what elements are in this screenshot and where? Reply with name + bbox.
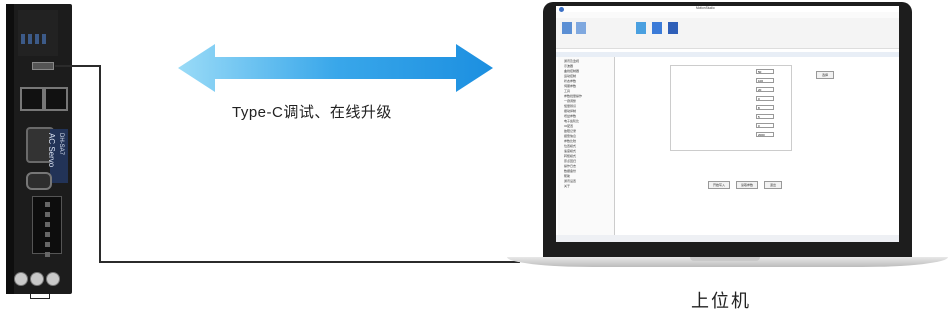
host-pc-label: 上位机 xyxy=(691,291,751,311)
tree-item[interactable]: 帮助 xyxy=(564,174,570,178)
connect-icon[interactable] xyxy=(562,22,572,34)
globe-icon[interactable] xyxy=(652,22,662,34)
select-button[interactable]: 选择 xyxy=(816,71,834,79)
tree-item[interactable]: 原点回归 xyxy=(564,159,576,163)
tool-icon[interactable] xyxy=(636,22,646,34)
tree-item[interactable]: 曲线控制器 xyxy=(564,69,579,73)
laptop-screen: MotionStudio 通讯及监视 示波器 曲线控制器 运动控制 状态参数 伺… xyxy=(556,6,899,242)
app-title: MotionStudio xyxy=(696,6,715,10)
tree-item[interactable]: IO配置 xyxy=(564,124,573,128)
tree-item[interactable]: 工具 xyxy=(564,89,570,93)
param-field[interactable]: 50 xyxy=(756,69,774,74)
param-field[interactable]: 0 xyxy=(756,96,774,101)
tree-item[interactable]: 关于 xyxy=(564,184,570,188)
param-field[interactable]: 100 xyxy=(756,78,774,83)
tree-item[interactable]: 通讯及监视 xyxy=(564,59,579,63)
write-button[interactable]: 开始写入 xyxy=(708,181,730,189)
tree-item[interactable]: 参数比较 xyxy=(564,139,576,143)
tree-item[interactable]: 位置模式 xyxy=(564,144,576,148)
tree-item[interactable]: 运动控制 xyxy=(564,74,576,78)
status-bar xyxy=(556,235,899,242)
tree-item[interactable]: 状态参数 xyxy=(564,79,576,83)
tree-item[interactable]: 一键调整 xyxy=(564,99,576,103)
param-field[interactable]: 5 xyxy=(756,114,774,119)
user-icon[interactable] xyxy=(576,22,586,34)
tree-item[interactable]: 报警信息 xyxy=(564,134,576,138)
tree-item[interactable]: 增益参数 xyxy=(564,114,576,118)
bidirectional-arrow xyxy=(178,44,493,92)
typec-debug-label: Type-C调试、在线升级 xyxy=(232,104,392,121)
tree-item[interactable]: 数据备份 xyxy=(564,169,576,173)
tree-item[interactable]: 通讯设置 xyxy=(564,179,576,183)
tree-item[interactable]: 操作日志 xyxy=(564,164,576,168)
exit-button[interactable]: 退出 xyxy=(764,181,782,189)
param-field[interactable]: 20 xyxy=(756,87,774,92)
read-button[interactable]: 读取参数 xyxy=(736,181,758,189)
project-tree: 通讯及监视 示波器 曲线控制器 运动控制 状态参数 伺服参数 工具 参数批量操作… xyxy=(558,57,615,235)
tree-item[interactable]: 振动抑制 xyxy=(564,109,576,113)
param-field[interactable]: 2000 xyxy=(756,132,774,137)
laptop-notch xyxy=(690,257,760,261)
tree-item[interactable]: 伺服参数 xyxy=(564,84,576,88)
tree-item[interactable]: 惯量辨识 xyxy=(564,104,576,108)
main-content: 50 100 20 0 8 5 0 2000 选择 开始写入 读取参数 退出 xyxy=(616,57,897,235)
tree-item[interactable]: 电子齿轮比 xyxy=(564,119,579,123)
tree-item[interactable]: 示波器 xyxy=(564,64,573,68)
settings-icon[interactable] xyxy=(668,22,678,34)
tree-item[interactable]: 参数批量操作 xyxy=(564,94,582,98)
tree-item[interactable]: 速度模式 xyxy=(564,149,576,153)
tree-item[interactable]: 故障记录 xyxy=(564,129,576,133)
type-c-cable xyxy=(55,65,520,263)
param-field[interactable]: 8 xyxy=(756,105,774,110)
ribbon-toolbar xyxy=(556,18,899,49)
tree-item[interactable]: 转矩模式 xyxy=(564,154,576,158)
param-field[interactable]: 0 xyxy=(756,123,774,128)
